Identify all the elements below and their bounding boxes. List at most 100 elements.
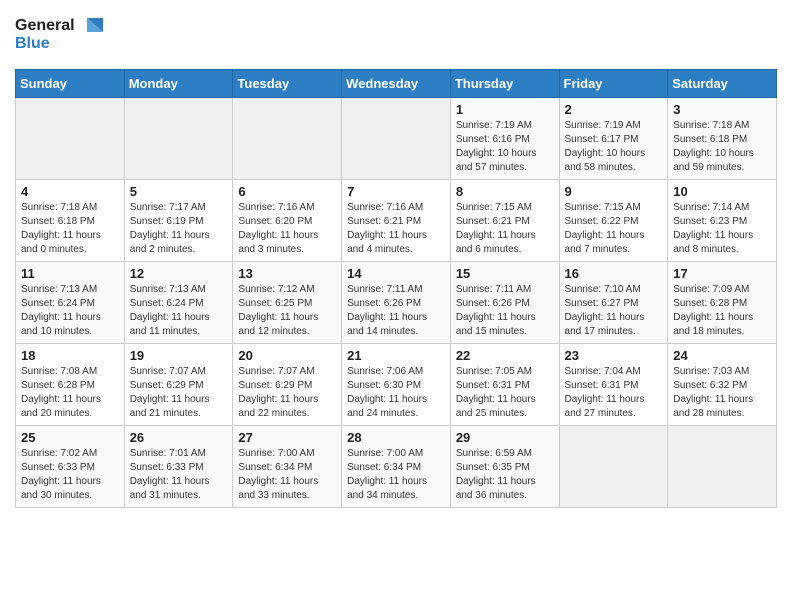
day-info: Sunrise: 7:07 AMSunset: 6:29 PMDaylight:… <box>238 365 336 421</box>
day-number: 2 <box>565 102 663 117</box>
day-number: 15 <box>456 266 554 281</box>
page: General Blue SundayMondayTuesdayWednesda… <box>0 0 792 523</box>
calendar-table: SundayMondayTuesdayWednesdayThursdayFrid… <box>15 69 777 508</box>
day-info: Sunrise: 7:16 AMSunset: 6:20 PMDaylight:… <box>238 201 336 257</box>
calendar-cell: 1Sunrise: 7:19 AMSunset: 6:16 PMDaylight… <box>450 98 559 180</box>
day-number: 8 <box>456 184 554 199</box>
day-info: Sunrise: 7:14 AMSunset: 6:23 PMDaylight:… <box>673 201 771 257</box>
calendar-cell: 2 Sunrise: 7:19 AMSunset: 6:17 PMDaylight… <box>559 98 668 180</box>
calendar-cell <box>559 426 668 508</box>
day-info: Sunrise: 7:09 AMSunset: 6:28 PMDaylight:… <box>673 283 771 339</box>
calendar-cell: 13Sunrise: 7:12 AMSunset: 6:25 PMDayligh… <box>233 262 342 344</box>
day-info: Sunrise: 7:03 AMSunset: 6:32 PMDaylight:… <box>673 365 771 421</box>
day-number: 12 <box>130 266 228 281</box>
day-info: Sunrise: 7:18 AMSunset: 6:18 PMDaylight:… <box>21 201 119 257</box>
day-info: Sunrise: 7:13 AMSunset: 6:24 PMDaylight:… <box>130 283 228 339</box>
calendar-cell: 8 Sunrise: 7:15 AMSunset: 6:21 PMDaylight… <box>450 180 559 262</box>
day-number: 11 <box>21 266 119 281</box>
day-number: 25 <box>21 430 119 445</box>
calendar-cell: 9 Sunrise: 7:15 AMSunset: 6:22 PMDaylight… <box>559 180 668 262</box>
svg-text:General: General <box>15 17 75 34</box>
calendar-week-4: 18 Sunrise: 7:08 AMSunset: 6:28 PMDayligh… <box>16 344 777 426</box>
calendar-cell: 7 Sunrise: 7:16 AMSunset: 6:21 PMDaylight… <box>342 180 451 262</box>
calendar-cell: 23 Sunrise: 7:04 AMSunset: 6:31 PMDayligh… <box>559 344 668 426</box>
day-info: Sunrise: 7:15 AMSunset: 6:21 PMDaylight:… <box>456 201 554 257</box>
calendar-cell: 27Sunrise: 7:00 AMSunset: 6:34 PMDayligh… <box>233 426 342 508</box>
calendar-cell: 5 Sunrise: 7:17 AMSunset: 6:19 PMDaylight… <box>124 180 233 262</box>
day-info: Sunrise: 7:08 AMSunset: 6:28 PMDaylight:… <box>21 365 119 421</box>
day-number: 28 <box>347 430 445 445</box>
day-info: Sunrise: 7:18 AMSunset: 6:18 PMDaylight:… <box>673 119 771 175</box>
day-number: 29 <box>456 430 554 445</box>
calendar-week-5: 25 Sunrise: 7:02 AMSunset: 6:33 PMDayligh… <box>16 426 777 508</box>
calendar-cell: 14 Sunrise: 7:11 AMSunset: 6:26 PMDayligh… <box>342 262 451 344</box>
day-number: 19 <box>130 348 228 363</box>
weekday-header-friday: Friday <box>559 70 668 98</box>
calendar-cell: 3 Sunrise: 7:18 AMSunset: 6:18 PMDaylight… <box>668 98 777 180</box>
calendar-cell: 4 Sunrise: 7:18 AMSunset: 6:18 PMDaylight… <box>16 180 125 262</box>
day-number: 21 <box>347 348 445 363</box>
weekday-header-sunday: Sunday <box>16 70 125 98</box>
weekday-header-row: SundayMondayTuesdayWednesdayThursdayFrid… <box>16 70 777 98</box>
calendar-cell: 15Sunrise: 7:11 AMSunset: 6:26 PMDayligh… <box>450 262 559 344</box>
day-info: Sunrise: 7:17 AMSunset: 6:19 PMDaylight:… <box>130 201 228 257</box>
day-number: 3 <box>673 102 771 117</box>
day-number: 13 <box>238 266 336 281</box>
calendar-cell: 18 Sunrise: 7:08 AMSunset: 6:28 PMDayligh… <box>16 344 125 426</box>
day-number: 9 <box>565 184 663 199</box>
calendar-cell <box>668 426 777 508</box>
day-number: 10 <box>673 184 771 199</box>
day-info: Sunrise: 7:19 AMSunset: 6:17 PMDaylight:… <box>565 119 663 175</box>
day-number: 17 <box>673 266 771 281</box>
day-info: Sunrise: 7:16 AMSunset: 6:21 PMDaylight:… <box>347 201 445 257</box>
day-info: Sunrise: 7:01 AMSunset: 6:33 PMDaylight:… <box>130 447 228 503</box>
day-info: Sunrise: 7:00 AMSunset: 6:34 PMDaylight:… <box>238 447 336 503</box>
weekday-header-monday: Monday <box>124 70 233 98</box>
calendar-cell: 21 Sunrise: 7:06 AMSunset: 6:30 PMDayligh… <box>342 344 451 426</box>
day-number: 4 <box>21 184 119 199</box>
logo: General Blue <box>15 10 105 63</box>
calendar-cell <box>342 98 451 180</box>
weekday-header-thursday: Thursday <box>450 70 559 98</box>
day-number: 23 <box>565 348 663 363</box>
day-info: Sunrise: 7:05 AMSunset: 6:31 PMDaylight:… <box>456 365 554 421</box>
day-info: Sunrise: 7:13 AMSunset: 6:24 PMDaylight:… <box>21 283 119 339</box>
calendar-cell: 28Sunrise: 7:00 AMSunset: 6:34 PMDayligh… <box>342 426 451 508</box>
day-info: Sunrise: 7:11 AMSunset: 6:26 PMDaylight:… <box>347 283 445 339</box>
calendar-cell: 11 Sunrise: 7:13 AMSunset: 6:24 PMDayligh… <box>16 262 125 344</box>
calendar-week-3: 11 Sunrise: 7:13 AMSunset: 6:24 PMDayligh… <box>16 262 777 344</box>
day-number: 16 <box>565 266 663 281</box>
day-number: 22 <box>456 348 554 363</box>
calendar-cell: 17 Sunrise: 7:09 AMSunset: 6:28 PMDayligh… <box>668 262 777 344</box>
day-info: Sunrise: 7:15 AMSunset: 6:22 PMDaylight:… <box>565 201 663 257</box>
day-info: Sunrise: 7:02 AMSunset: 6:33 PMDaylight:… <box>21 447 119 503</box>
calendar-week-2: 4 Sunrise: 7:18 AMSunset: 6:18 PMDaylight… <box>16 180 777 262</box>
day-number: 20 <box>238 348 336 363</box>
day-number: 18 <box>21 348 119 363</box>
day-number: 1 <box>456 102 554 117</box>
weekday-header-saturday: Saturday <box>668 70 777 98</box>
calendar-cell <box>16 98 125 180</box>
calendar-cell <box>233 98 342 180</box>
calendar-cell: 12 Sunrise: 7:13 AMSunset: 6:24 PMDayligh… <box>124 262 233 344</box>
day-info: Sunrise: 7:07 AMSunset: 6:29 PMDaylight:… <box>130 365 228 421</box>
calendar-cell: 29 Sunrise: 6:59 AMSunset: 6:35 PMDayligh… <box>450 426 559 508</box>
calendar-cell: 20 Sunrise: 7:07 AMSunset: 6:29 PMDayligh… <box>233 344 342 426</box>
logo-area: General Blue <box>15 10 105 63</box>
day-info: Sunrise: 6:59 AMSunset: 6:35 PMDaylight:… <box>456 447 554 503</box>
calendar-cell: 19 Sunrise: 7:07 AMSunset: 6:29 PMDayligh… <box>124 344 233 426</box>
day-info: Sunrise: 7:06 AMSunset: 6:30 PMDaylight:… <box>347 365 445 421</box>
calendar-cell <box>124 98 233 180</box>
svg-text:Blue: Blue <box>15 35 50 52</box>
weekday-header-wednesday: Wednesday <box>342 70 451 98</box>
calendar-cell: 25 Sunrise: 7:02 AMSunset: 6:33 PMDayligh… <box>16 426 125 508</box>
day-number: 7 <box>347 184 445 199</box>
day-number: 24 <box>673 348 771 363</box>
day-number: 26 <box>130 430 228 445</box>
calendar-week-1: 1Sunrise: 7:19 AMSunset: 6:16 PMDaylight… <box>16 98 777 180</box>
day-number: 6 <box>238 184 336 199</box>
header: General Blue <box>15 10 777 63</box>
day-info: Sunrise: 7:04 AMSunset: 6:31 PMDaylight:… <box>565 365 663 421</box>
day-number: 5 <box>130 184 228 199</box>
day-number: 14 <box>347 266 445 281</box>
